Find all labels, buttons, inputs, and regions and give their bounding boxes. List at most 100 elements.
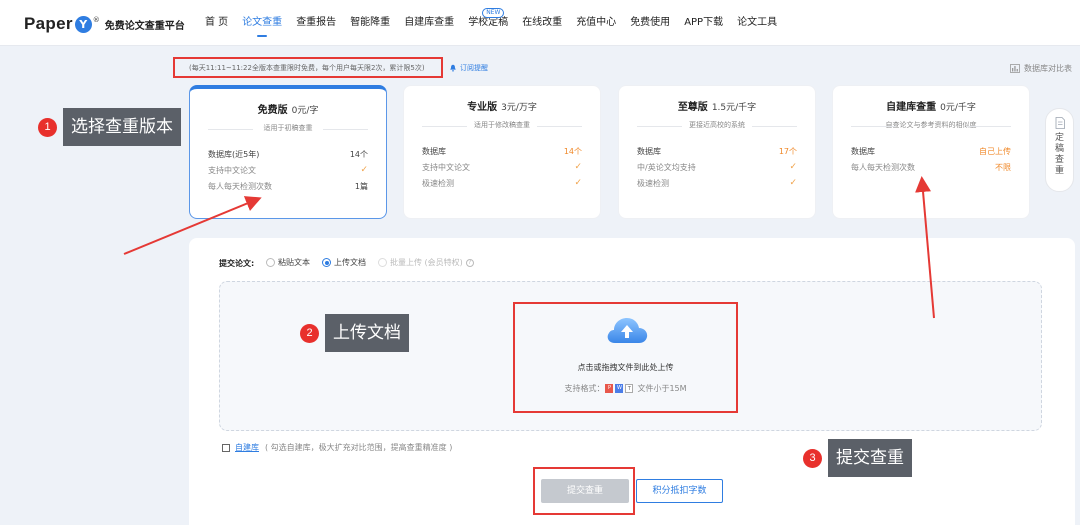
version-card-free[interactable]: 免费版 0元/字 适用于初稿查重 数据库(近5年) 14个 支持中文论文 ✓ 每人… [189, 85, 387, 219]
submit-paper-label: 提交论文: [219, 259, 255, 268]
dropzone-instruction: 点击或拖拽文件到此处上传 [577, 363, 674, 372]
card-row-key: 数据库 [637, 147, 661, 156]
card-name: 至尊版 [677, 102, 708, 113]
step-2-annotation: 2 上传文档 [300, 314, 409, 352]
card-subtitle: 自查论文与参考资料的相似度 [851, 120, 1011, 132]
card-name: 自建库查重 [886, 102, 937, 113]
check-icon: ✓ [789, 178, 797, 188]
bell-icon [450, 64, 456, 72]
radio-upload-document[interactable]: 上传文档 [322, 257, 366, 268]
check-icon: ✓ [789, 162, 797, 172]
radio-circle-icon [378, 258, 387, 267]
card-title: 免费版 0元/字 [190, 101, 386, 116]
radio-checked-icon [322, 258, 331, 267]
self-db-link[interactable]: 自建库 [235, 442, 259, 453]
bar-chart-icon [1010, 64, 1020, 73]
card-subtitle: 更接近高校的系统 [637, 120, 797, 132]
final-check-side-tab[interactable]: 定稿查重 [1045, 108, 1074, 192]
subscribe-reminder-link[interactable]: 订阅提醒 [449, 63, 488, 73]
help-icon[interactable]: ? [465, 258, 474, 267]
card-row: 支持中文论文 ✓ [422, 162, 582, 176]
top-header: Paper Y ® 免费论文查重平台 首 页 论文查重 查重报告 智能降重 自建… [0, 0, 1080, 46]
card-row-value: 17个 [778, 147, 797, 156]
card-row-value: 不限 [995, 163, 1011, 172]
card-row-key: 数据库 [422, 147, 446, 156]
logo-text: Paper [24, 14, 73, 33]
txt-file-icon: T [625, 384, 634, 393]
submit-check-button[interactable]: 提交查重 [541, 479, 629, 503]
nav-item-app-download[interactable]: APP下载 [677, 0, 730, 46]
new-badge: NEW [482, 8, 505, 18]
version-card-self-db[interactable]: 自建库查重 0元/千字 自查论文与参考资料的相似度 数据库 自己上传 每人每天检测… [832, 85, 1030, 219]
step-label: 上传文档 [325, 314, 409, 352]
check-icon: ✓ [360, 165, 368, 175]
card-title: 自建库查重 0元/千字 [833, 98, 1029, 113]
card-row-key: 极速检测 [637, 179, 669, 188]
card-row-key: 中/英论文均支持 [637, 163, 696, 172]
card-row: 数据库(近5年) 14个 [208, 149, 368, 163]
card-row-key: 每人每天检测次数 [851, 163, 915, 172]
radio-paste-text[interactable]: 粘贴文本 [266, 257, 310, 268]
logo-registered-mark: ® [92, 16, 100, 24]
logo-badge-icon: Y [74, 15, 92, 33]
card-name: 专业版 [467, 102, 498, 113]
card-row: 中/英论文均支持 ✓ [637, 162, 797, 176]
card-row: 数据库 17个 [637, 146, 797, 160]
card-row-key: 数据库(近5年) [208, 150, 260, 159]
logo-subtitle: 免费论文查重平台 [104, 20, 185, 32]
self-db-hint: ( 勾选自建库，极大扩充对比范围，提高查重精准度 ) [265, 443, 453, 452]
card-row-key: 极速检测 [422, 179, 454, 188]
site-logo[interactable]: Paper Y ® 免费论文查重平台 [24, 13, 185, 35]
card-price: 3元/万字 [501, 103, 537, 113]
version-card-premium[interactable]: 至尊版 1.5元/千字 更接近高校的系统 数据库 17个 中/英论文均支持 ✓ 极… [618, 85, 816, 219]
card-row: 数据库 14个 [422, 146, 582, 160]
card-title: 专业版 3元/万字 [404, 98, 600, 113]
nav-item-paper-tools[interactable]: 论文工具 [730, 0, 784, 46]
self-db-checkbox[interactable] [222, 443, 230, 452]
card-price: 1.5元/千字 [711, 103, 757, 113]
step-label: 选择查重版本 [63, 108, 181, 146]
card-title: 至尊版 1.5元/千字 [619, 98, 815, 113]
points-deduct-button[interactable]: 积分抵扣字数 [636, 479, 723, 503]
radio-label: 上传文档 [334, 258, 366, 267]
nav-item-recharge[interactable]: 充值中心 [569, 0, 623, 46]
step-label: 提交查重 [828, 439, 912, 477]
nav-item-school-final[interactable]: NEW 学校定稿 [461, 0, 515, 46]
formats-suffix: 文件小于15M [637, 384, 687, 393]
free-time-notice: (每天11:11~11:22全版本查重限时免费，每个用户每天限2次，累计限5次) [189, 64, 425, 72]
side-tab-label: 定稿查重 [1054, 133, 1064, 176]
nav-item-free-use[interactable]: 免费使用 [623, 0, 677, 46]
step-number: 3 [803, 448, 822, 468]
card-row-key: 支持中文论文 [208, 166, 256, 175]
self-db-option: 自建库 ( 勾选自建库，极大扩充对比范围，提高查重精准度 ) [222, 442, 452, 453]
nav-item-self-db-check[interactable]: 自建库查重 [397, 0, 461, 46]
nav-item-check-report[interactable]: 查重报告 [289, 0, 343, 46]
nav-item-home[interactable]: 首 页 [198, 0, 235, 46]
nav-item-online-edit[interactable]: 在线改重 [515, 0, 569, 46]
card-subtitle: 适用于初稿查重 [208, 123, 368, 135]
card-row-value: 1篇 [354, 182, 368, 191]
formats-prefix: 支持格式： [564, 384, 605, 393]
radio-batch-upload[interactable]: 批量上传 (会员特权) ? [378, 257, 474, 268]
radio-circle-icon [266, 258, 275, 267]
cloud-upload-icon[interactable] [604, 314, 650, 346]
main-nav: 首 页 论文查重 查重报告 智能降重 自建库查重 NEW 学校定稿 在线改重 充… [198, 0, 784, 46]
check-icon: ✓ [574, 162, 582, 172]
db-compare-link[interactable]: 数据库对比表 [1010, 63, 1072, 74]
step-1-annotation: 1 选择查重版本 [38, 108, 181, 146]
card-row-value: 自己上传 [979, 147, 1011, 156]
supported-formats: 支持格式： P W T 文件小于15M [513, 383, 738, 394]
nav-item-smart-reduce[interactable]: 智能降重 [343, 0, 397, 46]
step-number: 1 [38, 117, 57, 137]
card-row: 支持中文论文 ✓ [208, 165, 368, 179]
subscribe-label: 订阅提醒 [460, 64, 488, 72]
db-compare-label: 数据库对比表 [1024, 64, 1072, 73]
nav-item-paper-check[interactable]: 论文查重 [235, 0, 289, 46]
card-name: 免费版 [257, 105, 288, 116]
card-row: 数据库 自己上传 [851, 146, 1011, 160]
card-row-value: 14个 [563, 147, 582, 156]
card-row-key: 支持中文论文 [422, 163, 470, 172]
version-card-pro[interactable]: 专业版 3元/万字 适用于修改稿查重 数据库 14个 支持中文论文 ✓ 极速检测 … [403, 85, 601, 219]
card-row-value: 14个 [349, 150, 368, 159]
radio-label: 粘贴文本 [278, 258, 310, 267]
